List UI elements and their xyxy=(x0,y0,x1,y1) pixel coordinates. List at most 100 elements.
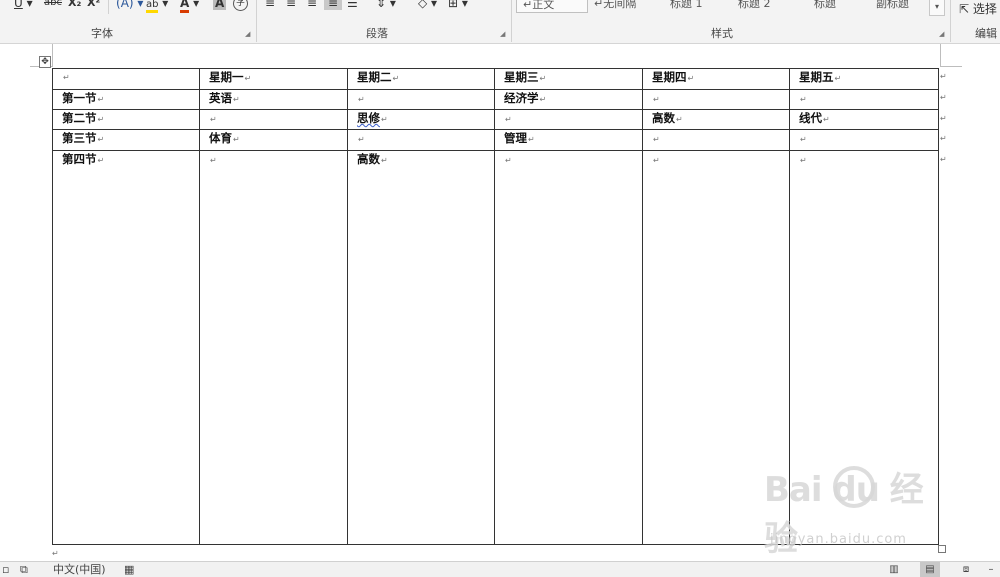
table-cell[interactable]: 第一节↵ xyxy=(52,89,200,110)
table-cell[interactable]: ↵ xyxy=(789,89,939,110)
style-heading2[interactable]: 标题 2 xyxy=(738,0,771,11)
cell-end-mark: ↵ xyxy=(800,135,807,144)
cell-end-mark: ↵ xyxy=(505,156,512,165)
font-dialog-launcher-icon[interactable]: ◢ xyxy=(245,30,253,38)
cursor-arrow-icon: ⇱ xyxy=(959,2,970,16)
superscript-button[interactable]: X² xyxy=(87,0,100,10)
borders-icon[interactable]: ⊞ ▾ xyxy=(448,0,468,10)
text-effects-button[interactable]: (A) ▾ xyxy=(116,0,143,10)
line-spacing-icon[interactable]: ⇕ ▾ xyxy=(376,0,396,10)
style-title[interactable]: 标题 xyxy=(814,0,836,11)
table-cell[interactable]: 管理↵ xyxy=(494,129,643,151)
table-cell[interactable]: 第四节↵ xyxy=(52,150,200,545)
web-layout-icon[interactable]: ⧈ xyxy=(956,562,976,577)
table-row: 第一节↵ 英语↵ ↵ 经济学↵ ↵ ↵ xyxy=(52,89,939,110)
align-left-icon[interactable]: ≡ xyxy=(265,0,275,10)
language-indicator[interactable]: 中文(中国) xyxy=(53,562,106,577)
table-cell[interactable]: 思修↵ xyxy=(347,109,495,130)
table-resize-handle[interactable] xyxy=(938,545,946,553)
calendar-icon[interactable]: ▦ xyxy=(124,562,134,577)
document-area[interactable]: ✥ ↵ 星期一↵ 星期二↵ 星期三↵ 星期四↵ 星期五↵ 第一节↵ 英语↵ ↵ … xyxy=(0,44,1000,561)
style-heading1[interactable]: 标题 1 xyxy=(670,0,703,11)
shading-icon[interactable]: ◇ ▾ xyxy=(418,0,437,10)
align-center-icon[interactable]: ≡ xyxy=(286,0,296,10)
table-cell[interactable]: 英语↵ xyxy=(199,89,348,110)
spellcheck-flagged-text: 思修 xyxy=(357,111,380,125)
paragraph-dialog-launcher-icon[interactable]: ◢ xyxy=(500,30,508,38)
table-cell[interactable]: 星期五↵ xyxy=(789,68,939,90)
cell-end-mark: ↵ xyxy=(97,156,105,165)
table-cell[interactable]: 星期一↵ xyxy=(199,68,348,90)
cell-end-mark: ↵ xyxy=(233,135,240,144)
table-cell[interactable]: 第二节↵ xyxy=(52,109,200,130)
zoom-out-icon[interactable]: – xyxy=(984,562,998,577)
table-move-handle-icon[interactable]: ✥ xyxy=(39,56,51,68)
cell-end-mark: ↵ xyxy=(505,115,512,124)
select-button[interactable]: ⇱ 选择 xyxy=(959,2,997,16)
distributed-align-icon[interactable]: ☰ xyxy=(347,0,358,10)
table-cell[interactable]: ↵ xyxy=(642,129,790,151)
justify-icon[interactable]: ≡ xyxy=(324,0,342,10)
underline-button[interactable]: U ▾ xyxy=(14,0,33,10)
style-subtitle[interactable]: 副标题 xyxy=(876,0,909,11)
table-cell[interactable]: ↵ xyxy=(494,109,643,130)
table-row: ↵ 星期一↵ 星期二↵ 星期三↵ 星期四↵ 星期五↵ xyxy=(52,68,939,90)
cell-end-mark: ↵ xyxy=(210,156,217,165)
track-changes-icon[interactable]: ⧉ xyxy=(20,562,28,577)
styles-more-icon[interactable]: ▾ xyxy=(929,0,945,16)
table-cell[interactable]: 体育↵ xyxy=(199,129,348,151)
cell-end-mark: ↵ xyxy=(392,74,400,83)
table-cell[interactable]: ↵ xyxy=(347,89,495,110)
table-cell[interactable]: ↵ xyxy=(52,68,200,90)
table-cell[interactable]: 高数↵ xyxy=(642,109,790,130)
status-bar: ▫ ⧉ 中文(中国) ▦ ▥ ▤ ⧈ – xyxy=(0,561,1000,577)
table-cell[interactable]: ↵ xyxy=(347,129,495,151)
cell-end-mark: ↵ xyxy=(97,115,105,124)
styles-dialog-launcher-icon[interactable]: ◢ xyxy=(939,30,947,38)
table-cell[interactable]: ↵ xyxy=(642,150,790,545)
font-color-button[interactable]: A ▾ xyxy=(180,0,199,13)
char-shading-button[interactable]: A xyxy=(213,0,227,10)
style-no-spacing[interactable]: ↵无间隔 xyxy=(594,0,636,11)
subscript-button[interactable]: X₂ xyxy=(68,0,81,10)
row-end-mark: ↵ xyxy=(940,93,947,102)
editing-group-label: 编辑 xyxy=(975,27,997,40)
table-cell[interactable]: ↵ xyxy=(789,129,939,151)
table-row: 第四节↵ ↵ 高数↵ ↵ ↵ ↵ xyxy=(52,150,939,545)
table-cell[interactable]: ↵ xyxy=(642,89,790,110)
table-cell[interactable]: ↵ xyxy=(199,109,348,130)
table-cell[interactable]: ↵ xyxy=(789,150,939,545)
cell-end-mark: ↵ xyxy=(358,135,365,144)
cell-end-mark: ↵ xyxy=(653,135,660,144)
read-mode-icon[interactable]: ▥ xyxy=(884,562,904,577)
table-cell[interactable]: ↵ xyxy=(494,150,643,545)
ribbon-separator xyxy=(950,0,951,42)
margin-corner-mark xyxy=(52,44,53,67)
table-cell[interactable]: 经济学↵ xyxy=(494,89,643,110)
table-cell[interactable]: 星期四↵ xyxy=(642,68,790,90)
enclose-char-button[interactable]: 字 xyxy=(233,0,248,11)
cell-end-mark: ↵ xyxy=(528,135,535,144)
margin-corner-mark xyxy=(940,66,962,67)
table-cell[interactable]: 星期三↵ xyxy=(494,68,643,90)
cell-end-mark: ↵ xyxy=(97,95,105,104)
cell-end-mark: ↵ xyxy=(63,73,70,82)
cell-end-mark: ↵ xyxy=(687,74,695,83)
cell-end-mark: ↵ xyxy=(800,95,807,104)
style-normal[interactable]: ↵正文 xyxy=(516,0,588,13)
table-cell[interactable]: ↵ xyxy=(199,150,348,545)
ribbon-separator xyxy=(511,0,512,42)
paragraph-group-label: 段落 xyxy=(366,27,388,40)
table-cell[interactable]: 线代↵ xyxy=(789,109,939,130)
strikethrough-button[interactable]: abc xyxy=(44,0,62,10)
table-cell[interactable]: 星期二↵ xyxy=(347,68,495,90)
print-layout-icon[interactable]: ▤ xyxy=(920,562,940,577)
table-cell[interactable]: 高数↵ xyxy=(347,150,495,545)
cell-end-mark: ↵ xyxy=(97,135,105,144)
ribbon-separator xyxy=(108,0,109,14)
highlight-button[interactable]: ab ▾ xyxy=(146,0,168,13)
align-right-icon[interactable]: ≡ xyxy=(307,0,317,10)
macro-record-icon[interactable]: ▫ xyxy=(2,562,9,577)
table-cell[interactable]: 第三节↵ xyxy=(52,129,200,151)
font-group-label: 字体 xyxy=(91,27,113,40)
